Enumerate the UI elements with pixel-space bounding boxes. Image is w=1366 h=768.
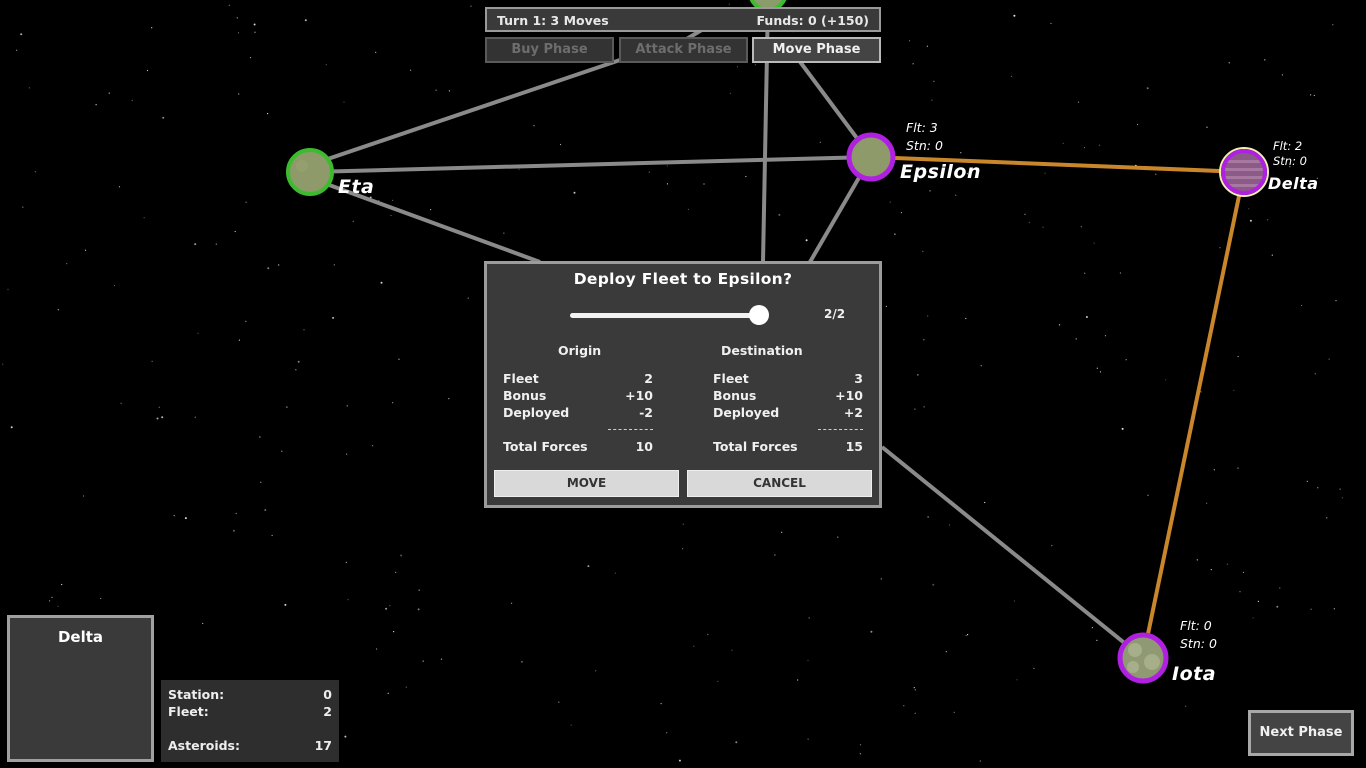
destination-header: Destination: [721, 343, 803, 358]
move-phase-button[interactable]: Move Phase: [752, 37, 881, 63]
origin-bonus-label: Bonus: [503, 388, 547, 403]
destination-bonus-label: Bonus: [713, 388, 757, 403]
fleet-value: 2: [323, 704, 332, 719]
planet-label-eta: Eta: [338, 176, 375, 198]
planet-stats-delta: Flt: 2 Stn: 0: [1273, 139, 1307, 169]
fleet-slider-value: 2/2: [824, 307, 846, 321]
origin-header: Origin: [558, 343, 602, 358]
origin-total-label: Total Forces: [503, 439, 588, 454]
planet-eta[interactable]: [286, 148, 334, 196]
deploy-fleet-dialog: Deploy Fleet to Epsilon? 2/2 Origin Dest…: [484, 261, 882, 508]
station-value: 0: [323, 687, 332, 702]
fleet-slider-track[interactable]: [570, 313, 762, 318]
destination-separator: [818, 429, 863, 430]
origin-fleet-label: Fleet: [503, 371, 539, 386]
planet-label-epsilon: Epsilon: [900, 161, 981, 183]
turn-status-bar: Turn 1: 3 Moves Funds: 0 (+150): [485, 7, 881, 32]
origin-fleet-value: 2: [644, 371, 653, 386]
dialog-title: Deploy Fleet to Epsilon?: [573, 270, 793, 288]
planet-stats-iota: Flt: 0 Stn: 0: [1180, 617, 1217, 653]
route-eta-epsilon: [309, 155, 872, 174]
asteroids-label: Asteroids:: [168, 738, 240, 753]
attack-phase-button[interactable]: Attack Phase: [619, 37, 748, 63]
origin-separator: [608, 429, 653, 430]
epsilon-fleet: Flt: 3: [906, 120, 938, 135]
iota-station: Stn: 0: [1180, 636, 1217, 651]
route-delta-iota: [1141, 171, 1246, 659]
move-button[interactable]: MOVE: [494, 470, 679, 497]
buy-phase-button[interactable]: Buy Phase: [485, 37, 614, 63]
iota-fleet: Flt: 0: [1180, 618, 1212, 633]
selected-planet-stats: Station: 0 Fleet: 2 Asteroids: 17: [161, 680, 339, 762]
destination-fleet-value: 3: [854, 371, 863, 386]
origin-deployed-value: -2: [639, 405, 653, 420]
delta-fleet: Flt: 2: [1273, 139, 1303, 153]
route-eta-north: [309, 58, 621, 167]
planet-epsilon[interactable]: [846, 132, 896, 182]
selected-planet-name: Delta: [57, 628, 104, 646]
station-label: Station:: [168, 687, 225, 702]
planet-label-delta: Delta: [1268, 174, 1319, 193]
destination-deployed-value: +2: [843, 405, 863, 420]
planet-iota[interactable]: [1117, 632, 1169, 684]
destination-bonus-value: +10: [835, 388, 863, 403]
origin-bonus-value: +10: [625, 388, 653, 403]
planet-label-iota: Iota: [1172, 663, 1217, 685]
destination-fleet-label: Fleet: [713, 371, 749, 386]
turn-text: Turn 1: 3 Moves: [497, 13, 609, 28]
origin-total-value: 10: [635, 439, 653, 454]
destination-total-value: 15: [845, 439, 863, 454]
destination-total-label: Total Forces: [713, 439, 798, 454]
selected-planet-panel: Delta: [7, 615, 154, 762]
fleet-label: Fleet:: [168, 704, 209, 719]
fleet-slider-handle[interactable]: [749, 305, 769, 325]
delta-station: Stn: 0: [1273, 154, 1307, 168]
next-phase-button[interactable]: Next Phase: [1248, 710, 1354, 756]
route-center-iota: [880, 445, 1145, 660]
planet-delta[interactable]: [1219, 147, 1270, 197]
planet-stats-epsilon: Flt: 3 Stn: 0: [906, 119, 943, 155]
funds-text: Funds: 0 (+150): [756, 13, 870, 28]
destination-deployed-label: Deployed: [713, 405, 780, 420]
asteroids-value: 17: [314, 738, 332, 753]
epsilon-station: Stn: 0: [906, 138, 943, 153]
cancel-button[interactable]: CANCEL: [687, 470, 872, 497]
origin-deployed-label: Deployed: [503, 405, 570, 420]
